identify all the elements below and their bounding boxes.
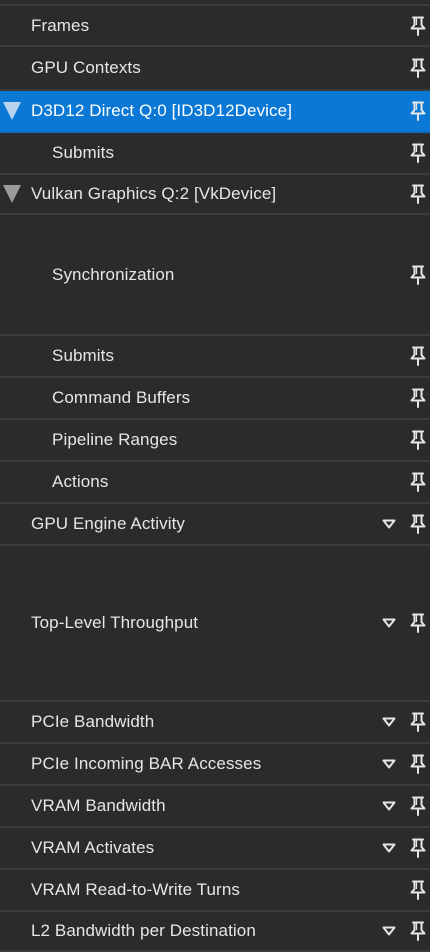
- timeline-row[interactable]: D3D12 Direct Q:0 [ID3D12Device]: [0, 91, 430, 133]
- pin-icon[interactable]: [409, 101, 427, 121]
- row-label: VRAM Bandwidth: [31, 796, 166, 815]
- timeline-row[interactable]: VRAM Activates: [0, 828, 430, 870]
- row-label: VRAM Read-to-Write Turns: [31, 880, 240, 899]
- row-label: GPU Contexts: [31, 58, 141, 77]
- row-label: Command Buffers: [52, 388, 191, 407]
- pin-icon[interactable]: [409, 265, 427, 285]
- pin-icon[interactable]: [409, 16, 427, 36]
- chevron-down-icon[interactable]: [382, 519, 396, 529]
- timeline-row[interactable]: VRAM Read-to-Write Turns: [0, 870, 430, 912]
- timeline-row[interactable]: Pipeline Ranges: [0, 420, 430, 462]
- row-label: Pipeline Ranges: [52, 430, 178, 449]
- timeline-row[interactable]: PCIe Incoming BAR Accesses: [0, 744, 430, 786]
- pin-icon[interactable]: [409, 430, 427, 450]
- chevron-down-icon[interactable]: [382, 926, 396, 936]
- timeline-row[interactable]: Vulkan Graphics Q:2 [VkDevice]: [0, 175, 430, 215]
- chevron-down-icon[interactable]: [382, 618, 396, 628]
- expand-triangle-icon[interactable]: [3, 102, 21, 120]
- row-label: D3D12 Direct Q:0 [ID3D12Device]: [31, 101, 293, 120]
- row-label: PCIe Bandwidth: [31, 712, 155, 731]
- timeline-row[interactable]: GPU Contexts: [0, 47, 430, 91]
- timeline-row[interactable]: L2 Bandwidth per Destination: [0, 912, 430, 952]
- pin-icon[interactable]: [409, 388, 427, 408]
- chevron-down-icon[interactable]: [382, 717, 396, 727]
- chevron-down-icon[interactable]: [382, 801, 396, 811]
- timeline-row[interactable]: Top-Level Throughput: [0, 546, 430, 702]
- timeline-row[interactable]: GPU Engine Activity: [0, 504, 430, 546]
- pin-icon[interactable]: [409, 613, 427, 633]
- row-label: Top-Level Throughput: [31, 613, 199, 632]
- pin-icon[interactable]: [409, 921, 427, 941]
- row-label: GPU Engine Activity: [31, 514, 186, 533]
- row-label: Submits: [52, 143, 115, 162]
- pin-icon[interactable]: [409, 184, 427, 204]
- pin-icon[interactable]: [409, 346, 427, 366]
- row-label: L2 Bandwidth per Destination: [31, 921, 256, 940]
- timeline-row[interactable]: VRAM Bandwidth: [0, 786, 430, 828]
- row-label: Vulkan Graphics Q:2 [VkDevice]: [31, 184, 277, 203]
- chevron-down-icon[interactable]: [382, 843, 396, 853]
- expand-triangle-icon[interactable]: [3, 185, 21, 203]
- pin-icon[interactable]: [409, 796, 427, 816]
- timeline-row[interactable]: Actions: [0, 462, 430, 504]
- timeline-row[interactable]: Submits: [0, 133, 430, 175]
- row-label: VRAM Activates: [31, 838, 155, 857]
- row-label: Frames: [31, 15, 90, 35]
- pin-icon[interactable]: [409, 472, 427, 492]
- timeline-rows-panel: Frames GPU Contexts D3D12 Direct Q:0 [ID3D…: [0, 0, 430, 952]
- pin-icon[interactable]: [409, 880, 427, 900]
- row-label: PCIe Incoming BAR Accesses: [31, 754, 262, 773]
- timeline-row[interactable]: Synchronization: [0, 215, 430, 336]
- pin-icon[interactable]: [409, 754, 427, 774]
- pin-icon[interactable]: [409, 838, 427, 858]
- pin-icon[interactable]: [409, 58, 427, 78]
- pin-icon[interactable]: [409, 712, 427, 732]
- pin-icon[interactable]: [409, 514, 427, 534]
- timeline-row[interactable]: Command Buffers: [0, 378, 430, 420]
- row-label: Actions: [52, 472, 109, 491]
- timeline-row[interactable]: PCIe Bandwidth: [0, 702, 430, 744]
- pin-icon[interactable]: [409, 143, 427, 163]
- row-label: Synchronization: [52, 264, 175, 284]
- timeline-row[interactable]: Submits: [0, 336, 430, 378]
- row-label: Submits: [52, 346, 115, 365]
- chevron-down-icon[interactable]: [382, 759, 396, 769]
- timeline-row[interactable]: Frames: [0, 6, 430, 47]
